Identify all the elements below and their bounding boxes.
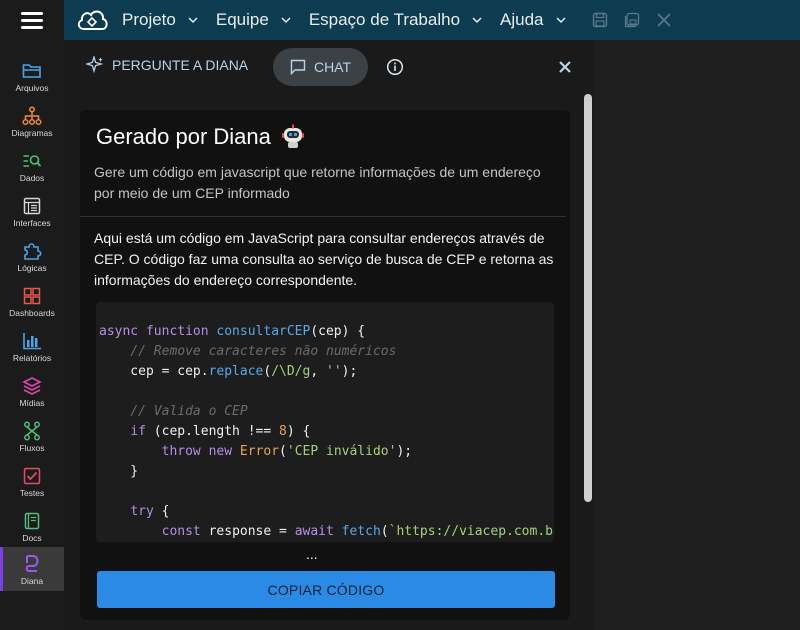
cloud-logo-icon[interactable]: [74, 5, 110, 35]
sidebar-item-testes[interactable]: Testes: [0, 459, 64, 503]
sidebar-item-label: Interfaces: [13, 217, 51, 228]
sidebar-item-label: Diana: [20, 575, 44, 586]
flow-icon: [21, 420, 43, 442]
chevron-down-icon: [555, 17, 566, 24]
toolbar-icons: [590, 10, 686, 30]
chat-bubble-icon: [290, 59, 306, 75]
sidebar-item-dados[interactable]: Dados: [0, 144, 64, 188]
card-title-text: Gerado por Diana: [96, 124, 271, 149]
sidebar-item-midias[interactable]: Mídias: [0, 369, 64, 413]
sidebar-item-label: Docs: [22, 532, 42, 543]
menu-ajuda[interactable]: Ajuda: [500, 10, 566, 30]
sidebar-item-label: Testes: [19, 487, 45, 498]
menu-label: Equipe: [215, 10, 269, 29]
sidebar-item-dashboards[interactable]: Dashboards: [0, 279, 64, 323]
sidebar-item-diana[interactable]: Diana: [0, 547, 64, 591]
checklist-icon: [21, 465, 43, 487]
save-all-icon[interactable]: [622, 10, 642, 30]
save-icon[interactable]: [590, 10, 610, 30]
chevron-down-icon: [188, 17, 198, 24]
diana-icon: [21, 553, 43, 575]
sidebar-item-arquivos[interactable]: Arquivos: [0, 54, 64, 98]
main-menu: Projeto Equipe Espaço de Trabalho Ajuda: [122, 10, 584, 30]
top-bar: Projeto Equipe Espaço de Trabalho Ajuda: [0, 0, 800, 40]
sidebar-item-label: Relatórios: [12, 352, 52, 363]
code-block[interactable]: async function consultarCEP(cep) { // Re…: [96, 302, 554, 542]
puzzle-icon: [21, 240, 43, 262]
menu-label: Ajuda: [500, 10, 544, 29]
interface-icon: [21, 195, 43, 217]
close-project-icon[interactable]: [654, 10, 674, 30]
menu-equipe[interactable]: Equipe: [216, 10, 291, 30]
close-icon: [559, 61, 571, 73]
truncation-ellipsis: ...: [306, 546, 318, 562]
bar-chart-icon: [21, 330, 43, 352]
chevron-down-icon: [281, 17, 291, 24]
menu-projeto[interactable]: Projeto: [122, 10, 198, 30]
diagram-icon: [21, 105, 43, 127]
card-title: Gerado por Diana: [96, 124, 305, 150]
user-prompt-text: Gere um código em javascript que retorne…: [94, 164, 541, 201]
menu-label: Projeto: [122, 10, 176, 29]
menu-espaco-de-trabalho[interactable]: Espaço de Trabalho: [309, 10, 482, 30]
menu-icon: [21, 10, 43, 31]
menu-label: Espaço de Trabalho: [308, 10, 461, 29]
sidebar-item-diagramas[interactable]: Diagramas: [0, 99, 64, 143]
ask-diana-tab[interactable]: PERGUNTE A DIANA: [86, 56, 248, 74]
answer-text: Aqui está um código em JavaScript para c…: [94, 230, 554, 288]
info-icon[interactable]: [386, 58, 404, 76]
workspace-canvas[interactable]: [594, 40, 800, 630]
layers-icon: [21, 375, 43, 397]
sidebar-item-label: Mídias: [19, 397, 45, 408]
sidebar-item-label: Dados: [19, 172, 45, 183]
folder-icon: [21, 60, 43, 82]
code-content: async function consultarCEP(cep) { // Re…: [99, 324, 554, 539]
copy-code-button[interactable]: COPIAR CÓDIGO: [97, 571, 555, 608]
sidebar-item-label: Arquivos: [15, 82, 49, 93]
sidebar-item-fluxos[interactable]: Fluxos: [0, 414, 64, 458]
sidebar-item-relatorios[interactable]: Relatórios: [0, 324, 64, 368]
robot-icon: [281, 124, 304, 148]
book-icon: [21, 510, 43, 532]
ask-diana-label: PERGUNTE A DIANA: [112, 57, 249, 73]
data-search-icon: [21, 150, 43, 172]
sidebar-item-label: Dashboards: [9, 307, 55, 318]
sidebar-item-label: Lógicas: [17, 262, 47, 273]
sidebar-item-label: Fluxos: [19, 442, 45, 453]
scrollbar-thumb[interactable]: [584, 94, 592, 502]
sidebar-item-interfaces[interactable]: Interfaces: [0, 189, 64, 233]
sparkle-icon: [86, 56, 104, 74]
chevron-down-icon: [472, 17, 482, 24]
sidebar-item-label: Diagramas: [11, 127, 53, 138]
chat-label: CHAT: [313, 59, 352, 75]
hamburger-menu-button[interactable]: [0, 0, 64, 40]
panel-header: PERGUNTE A DIANA CHAT: [64, 40, 594, 96]
generated-card: Gerado por Diana Gere um código em javas…: [80, 110, 570, 620]
dashboard-icon: [21, 285, 43, 307]
chat-tab[interactable]: CHAT: [273, 48, 368, 86]
diana-panel: PERGUNTE A DIANA CHAT Gerado por Diana G…: [64, 40, 594, 630]
sidebar: Arquivos Diagramas Dados Interfaces Lógi…: [0, 40, 64, 630]
sidebar-item-logicas[interactable]: Lógicas: [0, 234, 64, 278]
divider: [80, 216, 566, 217]
close-panel-button[interactable]: [556, 58, 574, 76]
sidebar-item-docs[interactable]: Docs: [0, 504, 64, 548]
panel-scrollbar[interactable]: [584, 94, 592, 502]
